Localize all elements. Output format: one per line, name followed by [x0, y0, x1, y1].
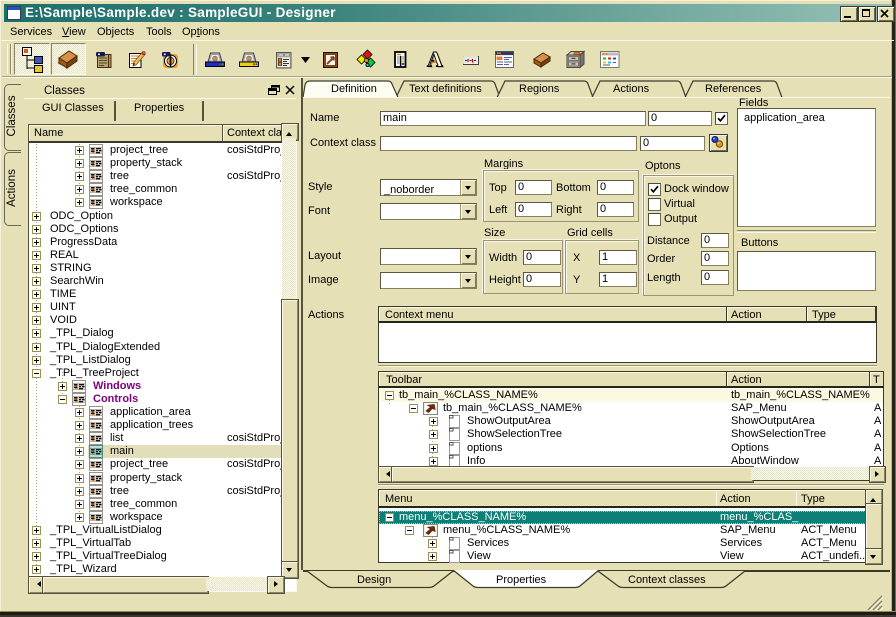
svg-text:A: A: [427, 47, 443, 72]
